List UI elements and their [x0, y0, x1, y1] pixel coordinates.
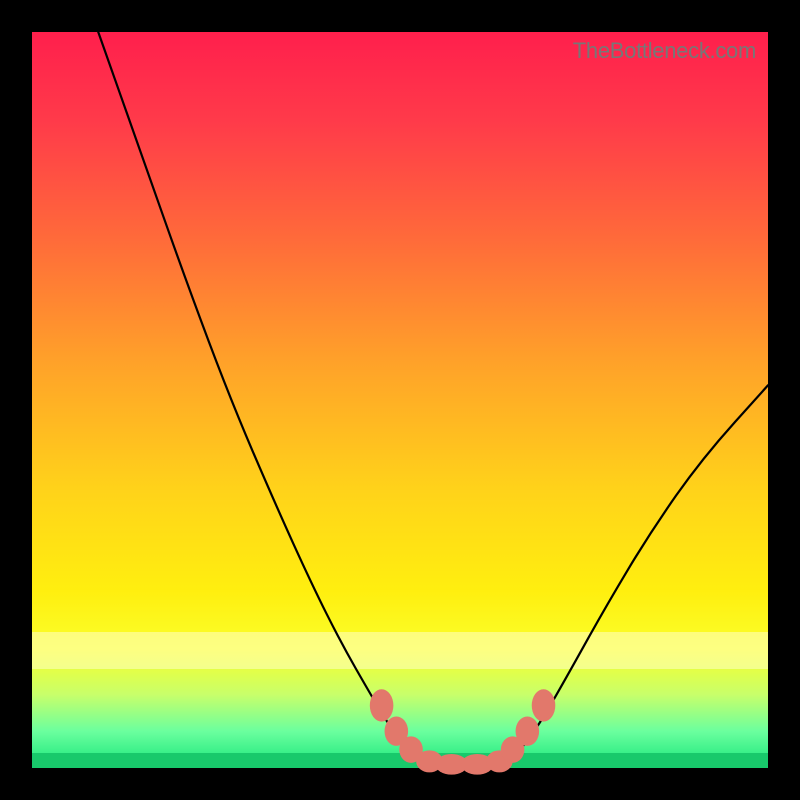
chart-svg [32, 32, 768, 768]
data-marker [370, 689, 394, 721]
plot-area: TheBottleneck.com [32, 32, 768, 768]
attribution-text: TheBottleneck.com [573, 38, 756, 64]
data-marker [532, 689, 556, 721]
marker-group [370, 689, 555, 774]
data-marker [516, 716, 540, 745]
chart-frame: TheBottleneck.com [0, 0, 800, 800]
bottleneck-curve [98, 32, 768, 767]
